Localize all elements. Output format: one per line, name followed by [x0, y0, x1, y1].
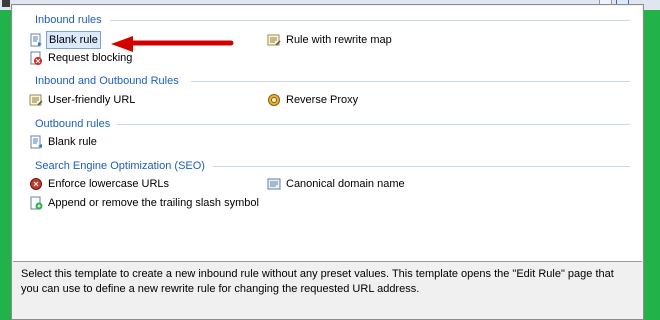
reverse-proxy-icon	[268, 94, 280, 106]
blank-rule-icon	[30, 33, 42, 47]
rewrite-map-icon	[267, 34, 281, 46]
group-divider	[117, 124, 630, 125]
rule-template-list[interactable]: Inbound rules Blank rule Rule with rewri…	[13, 6, 642, 262]
template-item-label: User-friendly URL	[48, 94, 136, 106]
template-item-label: Reverse Proxy	[286, 94, 359, 106]
group-divider	[110, 20, 630, 21]
titlebar-icon	[2, 0, 10, 7]
blank-rule-icon	[30, 135, 42, 149]
group-divider	[213, 166, 630, 167]
template-item-label: Canonical domain name	[286, 178, 405, 190]
user-friendly-url-icon	[29, 94, 43, 106]
template-item-label: Blank rule	[46, 31, 101, 49]
template-item-label: Enforce lowercase URLs	[48, 178, 170, 190]
template-item-label: Append or remove the trailing slash symb…	[48, 197, 259, 209]
trailing-slash-icon	[30, 196, 43, 210]
canonical-domain-icon	[267, 178, 281, 190]
description-line-2: you can use to define a new rewrite rule…	[21, 283, 420, 295]
annotation-arrow-icon	[111, 36, 234, 52]
add-rules-dialog: Inbound rules Blank rule Rule with rewri…	[11, 4, 644, 320]
group-header-seo: Search Engine Optimization (SEO)	[35, 160, 205, 172]
group-header-inbound-outbound: Inbound and Outbound Rules	[35, 75, 179, 87]
description-line-1: Select this template to create a new inb…	[21, 268, 614, 280]
template-item-label: Blank rule	[48, 136, 97, 148]
template-item-label: Rule with rewrite map	[286, 34, 392, 46]
request-blocking-icon	[30, 51, 42, 65]
template-item-label: Request blocking	[48, 52, 133, 64]
group-header-outbound: Outbound rules	[35, 118, 111, 130]
group-header-inbound: Inbound rules	[35, 14, 102, 26]
group-divider	[191, 81, 630, 82]
template-description: Select this template to create a new inb…	[13, 263, 642, 319]
enforce-lowercase-icon	[30, 178, 42, 190]
